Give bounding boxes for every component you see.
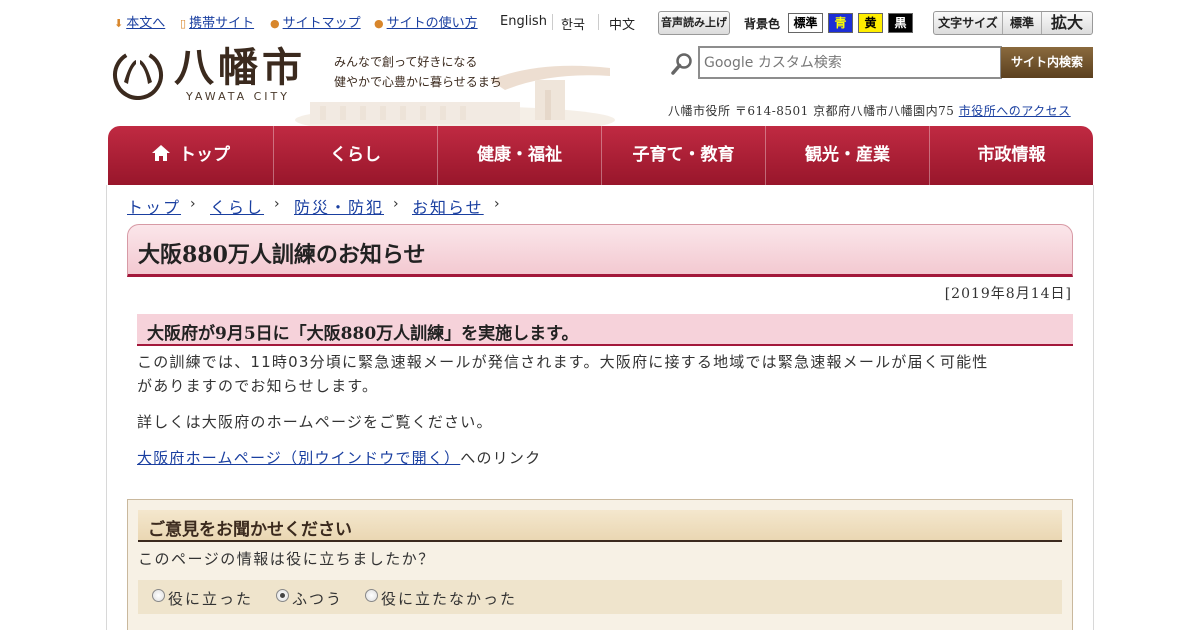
lang-korean-link[interactable]: 한국 (561, 14, 585, 33)
city-emblem-icon (113, 50, 163, 100)
nav-city-government[interactable]: 市政情報 (930, 126, 1093, 185)
home-icon (152, 145, 170, 161)
chevron-right-icon: › (494, 196, 500, 212)
font-size-control: 文字サイズ 標準 拡大 (933, 11, 1093, 35)
section-heading-box: 大阪府が9月5日に「大阪880万人訓練」を実施します。 (137, 314, 1073, 346)
city-hall-address: 八幡市役所 〒614-8501 京都府八幡市八幡園内75 市役所へのアクセス (668, 102, 1071, 119)
mobile-phone-icon: ▯ (180, 17, 187, 30)
radio-helpful-label[interactable]: 役に立った (168, 588, 253, 609)
font-standard-button[interactable]: 標準 (1003, 12, 1041, 34)
body-paragraph-2: 詳しくは大阪府のホームページをご覧ください。 (137, 413, 493, 431)
nav-living[interactable]: くらし (274, 126, 437, 185)
bg-standard-button[interactable]: 標準 (788, 13, 823, 33)
feedback-title-box: ご意見をお聞かせください (138, 510, 1062, 542)
mobile-site-link[interactable]: ▯ 携帯サイト (180, 12, 254, 31)
radio-helpful[interactable] (152, 589, 165, 602)
nav-tourism-industry[interactable]: 観光・産業 (766, 126, 929, 185)
tagline-line-2: 健やかで心豊かに暮らせるまち (334, 75, 502, 89)
logo-city-name: 八幡市 (174, 44, 306, 91)
bg-yellow-button[interactable]: 黄 (858, 13, 883, 33)
bg-blue-button[interactable]: 青 (828, 13, 853, 33)
site-search-input[interactable] (698, 46, 1002, 79)
skip-to-content-link[interactable]: ⬇ 本文へ (114, 12, 165, 31)
bullet-circle-icon: ● (270, 17, 280, 30)
nav-health-welfare[interactable]: 健康・福祉 (438, 126, 601, 185)
font-enlarge-button[interactable]: 拡大 (1042, 12, 1092, 34)
feedback-title: ご意見をお聞かせください (148, 520, 352, 540)
nav-top[interactable]: トップ (108, 126, 273, 185)
radio-neutral[interactable] (276, 589, 289, 602)
chevron-right-icon: › (393, 196, 399, 212)
osaka-prefecture-link[interactable]: 大阪府ホームページ（別ウインドウで開く） (137, 449, 460, 467)
font-size-label: 文字サイズ (938, 16, 998, 30)
breadcrumb-top[interactable]: トップ (127, 194, 181, 218)
search-icon (671, 53, 692, 75)
logo-city-romanized: YAWATA CITY (186, 90, 290, 103)
body-paragraph-1-line-2: がありますのでお知らせします。 (137, 377, 379, 395)
feedback-options: 役に立った ふつう 役に立たなかった (138, 580, 1062, 614)
lang-chinese-link[interactable]: 中文 (609, 14, 635, 33)
bg-black-button[interactable]: 黒 (888, 13, 913, 33)
body-paragraph-1-line-1: この訓練では、11時03分頃に緊急速報メールが発信されます。大阪府に接する地域で… (137, 353, 989, 371)
section-heading: 大阪府が9月5日に「大阪880万人訓練」を実施します。 (147, 324, 579, 344)
site-search-button[interactable]: サイト内検索 (1001, 47, 1093, 78)
global-nav: トップ くらし 健康・福祉 子育て・教育 観光・産業 市政情報 (108, 126, 1093, 185)
site-howto-link[interactable]: ● サイトの使い方 (374, 12, 478, 31)
divider (552, 14, 553, 30)
access-link[interactable]: 市役所へのアクセス (959, 104, 1071, 118)
voice-reader-button[interactable]: 音声読み上げ (658, 11, 730, 35)
publish-date: [2019年8月14日] (944, 286, 1072, 302)
address-text: 八幡市役所 〒614-8501 京都府八幡市八幡園内75 (668, 104, 955, 118)
lang-english-link[interactable]: English (500, 14, 547, 29)
breadcrumb-living[interactable]: くらし (210, 194, 264, 218)
radio-not-helpful-label[interactable]: 役に立たなかった (381, 588, 517, 609)
sitemap-link[interactable]: ● サイトマップ (270, 12, 361, 31)
breadcrumb-news[interactable]: お知らせ (412, 194, 484, 218)
radio-neutral-label[interactable]: ふつう (292, 588, 343, 609)
breadcrumb-disaster[interactable]: 防災・防犯 (294, 194, 384, 218)
download-arrow-icon: ⬇ (114, 17, 124, 30)
divider (598, 14, 599, 30)
nav-childcare-education[interactable]: 子育て・教育 (602, 126, 765, 185)
bullet-circle-icon: ● (374, 17, 384, 30)
page-title-box: 大阪880万人訓練のお知らせ (127, 224, 1073, 277)
site-logo[interactable]: 八幡市 YAWATA CITY みんなで創って好きになる 健やかで心豊かに暮らせ… (110, 44, 530, 118)
radio-not-helpful[interactable] (365, 589, 378, 602)
external-link-line: 大阪府ホームページ（別ウインドウで開く）へのリンク (137, 446, 541, 470)
feedback-question: このページの情報は役に立ちましたか？ (138, 550, 435, 568)
chevron-right-icon: › (274, 196, 280, 212)
chevron-right-icon: › (190, 196, 196, 212)
background-color-label: 背景色 (744, 17, 781, 31)
page-title: 大阪880万人訓練のお知らせ (138, 242, 426, 268)
tagline-line-1: みんなで創って好きになる (334, 55, 478, 69)
utility-bar: ⬇ 本文へ ▯ 携帯サイト ● サイトマップ ● サイトの使い方 English 한국 … (112, 10, 1094, 36)
link-suffix: へのリンク (460, 449, 542, 467)
